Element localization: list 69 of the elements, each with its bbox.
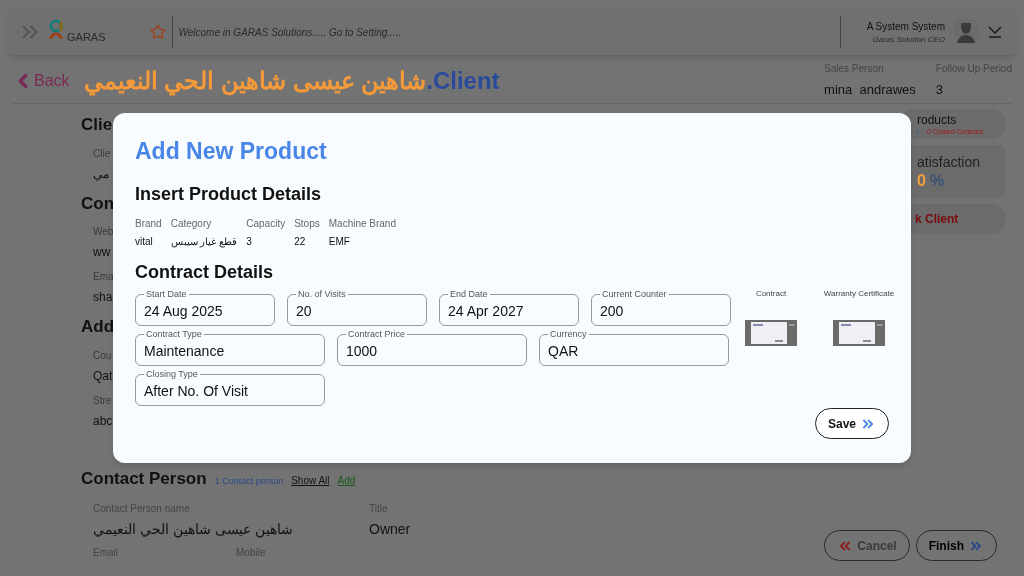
text-input[interactable]: Maintenance [144,342,316,360]
section-value: مي [93,165,109,183]
column-value: قطع غيار سيبس [170,235,238,249]
field-label: Closing Type [145,369,199,379]
text-input[interactable]: After No. Of Visit [144,382,316,400]
section-label: Ema [93,270,114,284]
text-field[interactable]: Contract Price 1000 [337,329,527,366]
user-role: Garas Solution CEO [872,33,945,46]
section-value: abc [93,412,113,430]
dialog-title: Add New Product [135,137,328,166]
section-heading: Contact Person [81,468,207,490]
field-value: شاهين عيسى شاهين الحي النعيمي [93,519,294,540]
section-value: Qat [93,367,113,385]
field-label: End Date [449,289,489,299]
attachment-label: Warranty Certificate [823,288,895,300]
text-input[interactable]: 1000 [346,342,518,360]
text-field[interactable]: Closing Type After No. Of Visit [135,369,325,406]
section-heading: Insert Product Details [135,183,323,206]
logo-text: GARAS [67,29,106,45]
title-separator: . [426,65,433,96]
info-value: mina andrawes [824,81,916,100]
text-input[interactable]: 24 Apr 2027 [448,302,570,320]
user-name: A System System [866,19,945,34]
save-button[interactable]: Save [814,408,889,439]
section-label: Web [93,225,114,239]
field-label: Contract Price [347,329,407,339]
client-name: شاهين عيسى شاهين الحي النعيمي [83,65,427,98]
satisfaction-value: 0 [917,170,926,191]
text-field[interactable]: Currency QAR [539,329,729,366]
text-field[interactable]: Current Counter 200 [591,289,731,326]
field-label: Contract Type [145,329,203,339]
attachment-label: Contract [755,288,787,300]
text-input[interactable]: 24 Aug 2025 [144,302,266,320]
card-title: roducts [917,112,957,127]
field-label: Start Date [145,289,188,299]
info-value: 3 [935,81,945,100]
column-value: EMF [328,235,351,249]
column-value: 3 [246,235,253,249]
contact-count: 1 Contact person [214,475,284,488]
text-input[interactable]: 20 [296,302,418,320]
column-label: Category [170,217,213,231]
column-value: 22 [294,235,307,249]
section-heading: Add [81,316,115,338]
field-value: Owner [369,519,411,539]
percent-sign: % [929,170,945,191]
column-label: Capacity [246,217,286,231]
section-heading: Con [81,192,115,215]
column-label: Brand [135,217,162,231]
text-field[interactable]: No. of Visits 20 [287,289,427,326]
text-field[interactable]: End Date 24 Apr 2027 [439,289,579,326]
field-label: Currency [549,329,588,339]
text-input[interactable]: 200 [600,302,722,320]
text-field[interactable]: Contract Type Maintenance [135,329,325,366]
section-value: ww [93,244,111,261]
column-label: Machine Brand [328,217,396,231]
field-label: No. of Visits [297,289,347,299]
column-value: vital [135,235,154,249]
client-label: Client [432,65,500,96]
text-field[interactable]: Start Date 24 Aug 2025 [135,289,275,326]
card-title: atisfaction [917,152,982,171]
column-label: Stops [294,217,320,231]
section-heading: Contract Details [135,261,275,284]
section-value: sha [93,289,113,306]
dropdown-icon[interactable] [987,25,1003,39]
show-all-link[interactable]: Show All [291,473,330,488]
field-label: Current Counter [601,289,668,299]
star-icon[interactable] [149,24,166,40]
section-heading: Clie [81,114,113,136]
text-input[interactable]: QAR [548,342,720,360]
